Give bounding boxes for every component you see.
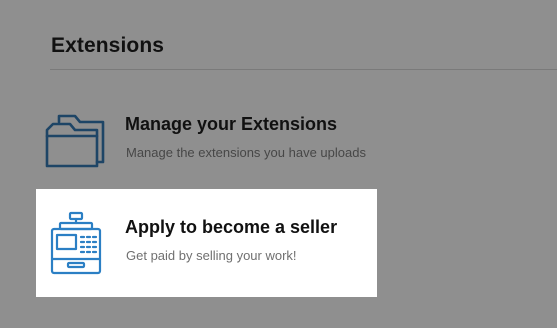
become-seller-description: Get paid by selling your work! [126,248,297,263]
manage-extensions-option[interactable]: Manage your Extensions Manage the extens… [36,92,376,182]
title-divider [50,69,557,70]
page-title: Extensions [51,34,165,57]
manage-extensions-description: Manage the extensions you have uploads [126,145,366,160]
cash-register-icon [50,211,102,275]
manage-extensions-title: Manage your Extensions [125,114,338,134]
become-seller-title: Apply to become a seller [125,217,338,237]
become-seller-option[interactable]: Apply to become a seller Get paid by sel… [36,189,377,297]
folder-icon [45,112,107,170]
